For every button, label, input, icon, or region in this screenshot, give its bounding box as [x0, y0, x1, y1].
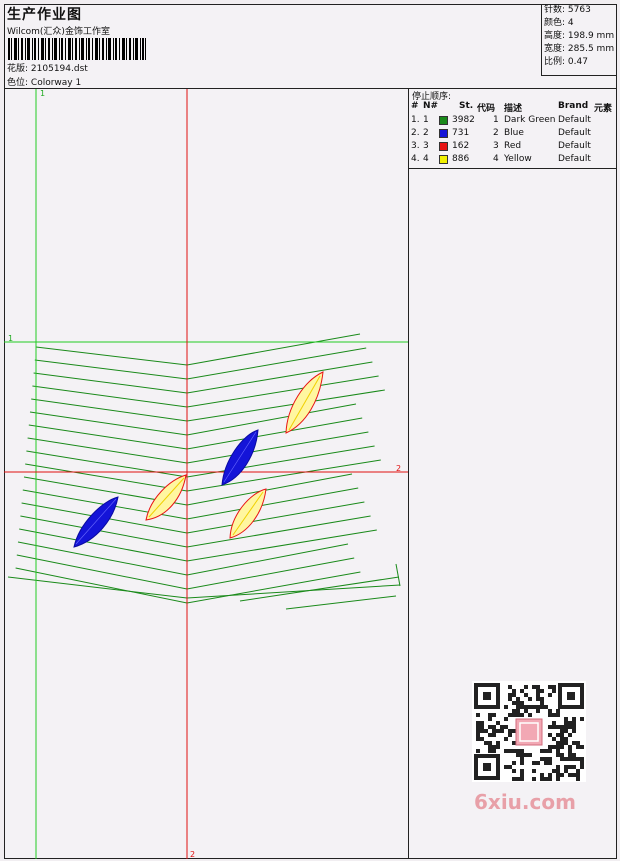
- stitch-row: [32, 375, 379, 408]
- yellow-leaf-top: [285, 371, 324, 434]
- col-brand: Brand: [558, 101, 589, 111]
- col-needle: N#: [423, 101, 439, 111]
- row-number: 3.: [411, 141, 420, 151]
- stitch-row: [23, 473, 353, 506]
- row-number: 4.: [411, 154, 420, 164]
- col-number: #: [411, 101, 419, 111]
- colorway-value: Colorway 1: [30, 78, 82, 88]
- row-description: Yellow: [504, 154, 532, 164]
- blue-leaf-right: [221, 429, 259, 486]
- row-brand: Default: [558, 154, 591, 164]
- row-number: 1.: [411, 115, 420, 125]
- col-description: 描述: [504, 104, 523, 114]
- row-needle: 4: [423, 154, 429, 164]
- stats-box: 针数: 5763 颜色: 4 高度: 198.9 mm 宽度: 285.5 mm…: [541, 4, 617, 76]
- col-code: 代码: [477, 104, 496, 114]
- row-stitches: 162: [452, 141, 470, 151]
- design-canvas: 1 1 2 2: [4, 89, 408, 859]
- axis-label-h1: 1: [8, 334, 13, 343]
- stitch-row: [7, 576, 188, 599]
- axis-label-v1: 1: [40, 89, 45, 98]
- design-value: 2105194.dst: [30, 64, 88, 74]
- stat-width: 宽度: 285.5 mm: [544, 44, 615, 54]
- axis-label-h2: 2: [396, 464, 401, 473]
- yellow-leaf-center: [145, 474, 187, 521]
- barcode: [8, 38, 146, 60]
- row-stitches: 886: [452, 154, 470, 164]
- stat-colors: 颜色: 4: [544, 18, 574, 28]
- row-needle: 2: [423, 128, 429, 138]
- col-stitches: St.: [459, 101, 474, 111]
- blue-leaf-left: [73, 496, 119, 548]
- stitch-row: [31, 389, 385, 422]
- design-label: 花版:: [7, 64, 29, 74]
- qr-code: [472, 681, 586, 782]
- stat-scale: 比例: 0.47: [544, 57, 588, 67]
- row-brand: Default: [558, 128, 591, 138]
- company-name: Wilcom(汇众)金饰工作室: [7, 27, 110, 37]
- stat-height: 高度: 198.9 mm: [544, 31, 615, 41]
- colorway-label: 色位:: [7, 78, 29, 88]
- stitch-row: [17, 541, 349, 576]
- color-swatch: [439, 155, 448, 164]
- row-stitches: 731: [452, 128, 470, 138]
- stop-sequence-row: 3. 3 162 3 Red Default: [409, 141, 618, 154]
- row-description: Red: [504, 141, 522, 151]
- row-brand: Default: [558, 141, 591, 151]
- axis-label-v2: 2: [190, 850, 195, 859]
- row-needle: 1: [423, 115, 429, 125]
- header: 生产作业图 Wilcom(汇众)金饰工作室 花版: 2105194.dst 色位…: [4, 4, 617, 89]
- stop-sequence-header: # N# St. 代码 描述 Brand 元素: [409, 101, 618, 114]
- row-stitches: 3982: [452, 115, 475, 125]
- stitch-row: [186, 584, 401, 599]
- stop-sequence-row: 2. 2 731 2 Blue Default: [409, 128, 618, 141]
- watermark-site: 6xiu.com: [474, 790, 576, 814]
- row-code: 3: [493, 141, 499, 151]
- row-code: 1: [493, 115, 499, 125]
- stop-sequence-row: 1. 1 3982 1 Dark Green Default: [409, 115, 618, 128]
- stat-stitches: 针数: 5763: [544, 5, 591, 15]
- colorway-line: 色位: Colorway 1: [7, 75, 81, 88]
- color-swatch: [439, 129, 448, 138]
- stop-sequence-row: 4. 4 886 4 Yellow Default: [409, 154, 618, 167]
- color-swatch: [439, 116, 448, 125]
- row-number: 2.: [411, 128, 420, 138]
- design-file-line: 花版: 2105194.dst: [7, 61, 88, 74]
- stitch-row: [285, 595, 397, 610]
- stitch-row: [22, 487, 359, 520]
- color-swatch: [439, 142, 448, 151]
- row-description: Blue: [504, 128, 524, 138]
- stitch-row: [395, 563, 401, 587]
- row-description: Dark Green: [504, 115, 556, 125]
- col-element: 元素: [594, 104, 613, 114]
- row-code: 2: [493, 128, 499, 138]
- row-code: 4: [493, 154, 499, 164]
- row-needle: 3: [423, 141, 429, 151]
- stitch-row: [35, 333, 361, 366]
- sheet-title: 生产作业图: [7, 7, 82, 23]
- row-brand: Default: [558, 115, 591, 125]
